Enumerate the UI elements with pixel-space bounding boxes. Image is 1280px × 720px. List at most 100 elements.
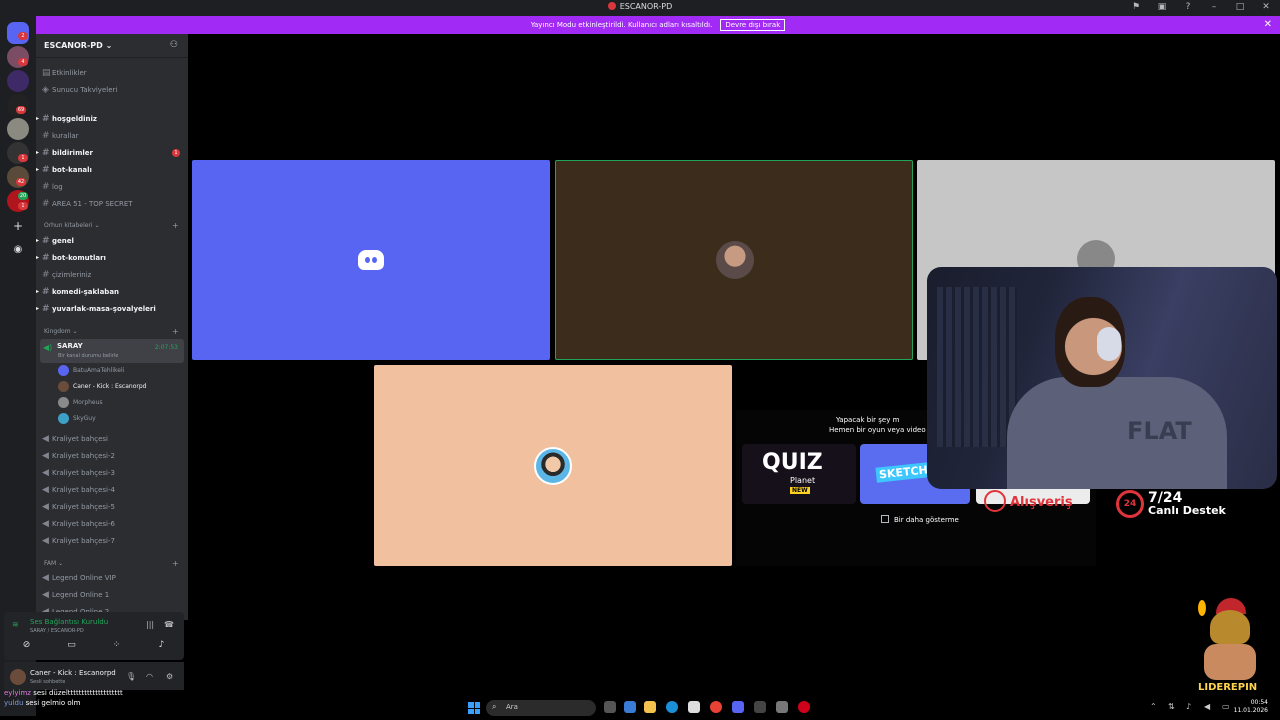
activity-card-quiz[interactable]: QUIZ Planet NEW — [742, 444, 856, 504]
channel-kurallar[interactable]: # kurallar — [42, 129, 79, 143]
category-fam[interactable]: FAM ⌄ + — [44, 559, 179, 568]
chevron-right-icon: ▸ — [36, 305, 40, 312]
close-icon[interactable]: ✕ — [1260, 2, 1272, 12]
server-badge: 42 — [16, 178, 26, 186]
channel-komedi[interactable]: ▸ # komedi-şaklaban — [36, 285, 119, 299]
server-header[interactable]: ESCANOR-PD ⌄ ⚇ — [36, 34, 188, 58]
user-status: Sesli sohbette — [30, 679, 66, 685]
category-orhun[interactable]: Orhun kitabeleri ⌄ + — [44, 221, 179, 230]
app-icon[interactable] — [776, 701, 788, 713]
headset-icon — [1097, 327, 1121, 361]
voice-channel-path[interactable]: SARAY / ESCANOR-PD — [30, 628, 84, 634]
add-member-icon[interactable]: ⚇ — [170, 40, 178, 50]
voice-channel[interactable]: ◀ Kraliyet bahçesi-6 — [42, 517, 115, 531]
channel-hosgeldiniz[interactable]: ▸ # hoşgeldiniz — [36, 112, 97, 126]
taskbar-search[interactable]: ⌕ Ara — [486, 700, 596, 716]
store-icon[interactable] — [688, 701, 700, 713]
voice-channel[interactable]: ◀ Kraliyet bahçesi-3 — [42, 466, 115, 480]
tray-chevron-icon[interactable]: ⌃ — [1150, 702, 1157, 711]
channel-area51[interactable]: # AREA 51 - TOP SECRET — [42, 197, 133, 211]
voice-channel[interactable]: ◀ Kraliyet bahçesi-2 — [42, 449, 115, 463]
avatar[interactable] — [10, 669, 26, 685]
voice-status[interactable]: Ses Bağlantısı Kuruldu — [30, 618, 108, 626]
stream-chat-overlay: eylyimz sesi düzeltttttttttttttttttttt y… — [4, 688, 123, 708]
boosts-item[interactable]: ◈ Sunucu Takviyeleri — [42, 83, 117, 97]
noise-suppression-icon[interactable]: ||| — [146, 620, 154, 629]
server-icon[interactable] — [7, 118, 29, 140]
discover-icon[interactable]: ◉ — [7, 240, 29, 262]
headphones-icon[interactable]: ◠ — [146, 672, 153, 681]
app-icon[interactable] — [754, 701, 766, 713]
edge-icon[interactable] — [666, 701, 678, 713]
speaker-icon: ◀ — [42, 519, 49, 529]
voice-channel[interactable]: ◀ Kraliyet bahçesi-4 — [42, 483, 115, 497]
channel-log[interactable]: # log — [42, 180, 63, 194]
channel-cizimleriniz[interactable]: # çizimleriniz — [42, 268, 91, 282]
battery-icon[interactable]: ▭ — [1222, 702, 1230, 711]
voice-member[interactable]: Morpheus — [58, 396, 103, 410]
add-channel-icon[interactable]: + — [172, 221, 179, 230]
dont-show-again-checkbox[interactable]: Bir daha gösterme — [881, 515, 959, 524]
server-name: ESCANOR-PD — [44, 41, 103, 50]
voice-member[interactable]: Caner - Kick : Escanorpd — [58, 380, 146, 394]
hash-icon: # — [42, 253, 50, 263]
speaker-tray-icon[interactable]: ◀ — [1204, 702, 1210, 711]
windows-start-icon[interactable] — [468, 702, 480, 714]
soundboard-icon[interactable]: ♪ — [139, 640, 184, 658]
participant-tile-speaking[interactable] — [555, 160, 913, 360]
checkbox-icon[interactable] — [881, 515, 889, 523]
events-item[interactable]: ▤Etkinlikler — [42, 66, 87, 80]
task-view-icon[interactable] — [604, 701, 616, 713]
maximize-icon[interactable]: □ — [1234, 2, 1246, 12]
signal-icon[interactable]: ≋ — [12, 620, 19, 629]
voice-member[interactable]: BatuAmaTehlikeli — [58, 364, 124, 378]
category-kingdom[interactable]: Kingdom ⌄ + — [44, 327, 179, 336]
settings-gear-icon[interactable]: ⚙ — [166, 672, 173, 681]
voice-channel[interactable]: ◀ Kraliyet bahçesi-5 — [42, 500, 115, 514]
participant-tile[interactable] — [374, 365, 732, 566]
file-explorer-icon[interactable] — [644, 701, 656, 713]
speaker-icon: ◀ — [42, 468, 49, 478]
channel-genel[interactable]: ▸ # genel — [36, 234, 74, 248]
shirt-text: FLAT — [1127, 417, 1192, 445]
hash-icon: # — [42, 131, 50, 141]
obs-icon[interactable] — [798, 701, 810, 713]
disconnect-icon[interactable]: ☎ — [164, 620, 174, 629]
help-icon[interactable]: ? — [1182, 2, 1194, 12]
mic-icon[interactable]: 🎙 — [126, 672, 136, 681]
channel-bildirimler[interactable]: ▸ # bildirimler — [36, 146, 93, 160]
discord-taskbar-icon[interactable] — [732, 701, 744, 713]
mic-tray-icon[interactable]: ♪ — [1186, 702, 1191, 711]
server-icon[interactable] — [7, 70, 29, 92]
participant-tile[interactable] — [192, 160, 550, 360]
network-icon[interactable]: ⇅ — [1168, 702, 1175, 711]
activities-icon[interactable]: ⁘ — [94, 640, 139, 658]
avatar — [716, 241, 754, 279]
hash-icon: # — [42, 199, 50, 209]
banner-close-icon[interactable]: ✕ — [1264, 19, 1272, 30]
minimize-icon[interactable]: – — [1208, 2, 1220, 12]
disable-streamer-mode-button[interactable]: Devre dışı bırak — [720, 19, 786, 31]
voice-channel[interactable]: ◀ Legend Online VIP — [42, 571, 116, 585]
voice-channel-saray[interactable]: ◀) SARAY Bir kanal durumu belirle 2:07:5… — [40, 339, 184, 363]
screen-share-icon[interactable]: ▭ — [49, 640, 94, 658]
taskbar-clock[interactable]: 00:54 11.01.2026 — [1234, 699, 1268, 715]
copilot-icon[interactable] — [624, 701, 636, 713]
flag-icon[interactable]: ⚑ — [1130, 2, 1142, 12]
voice-channel[interactable]: ◀ Kraliyet bahçesi-7 — [42, 534, 115, 548]
add-channel-icon[interactable]: + — [172, 327, 179, 336]
username[interactable]: Caner - Kick : Escanorpd — [30, 669, 116, 677]
voice-member[interactable]: SkyGuy — [58, 412, 96, 426]
voice-channel[interactable]: ◀ Legend Online 1 — [42, 588, 109, 602]
channel-yuvarlak-masa[interactable]: ▸ # yuvarlak-masa-şovalyeleri — [36, 302, 156, 316]
camera-off-icon[interactable]: ⊘ — [4, 640, 49, 658]
add-channel-icon[interactable]: + — [172, 559, 179, 568]
voice-channel[interactable]: ◀ Kraliyet bahçesi — [42, 432, 108, 446]
add-server-icon[interactable]: + — [7, 216, 29, 238]
channel-bot-kanali[interactable]: ▸ # bot-kanalı — [36, 163, 92, 177]
chat-line: eylyimz sesi düzeltttttttttttttttttttt — [4, 689, 123, 697]
channel-bot-komutlari[interactable]: ▸ # bot-komutları — [36, 251, 106, 265]
chrome-icon[interactable] — [710, 701, 722, 713]
inbox-icon[interactable]: ▣ — [1156, 2, 1168, 12]
speaker-icon: ◀ — [42, 434, 49, 444]
